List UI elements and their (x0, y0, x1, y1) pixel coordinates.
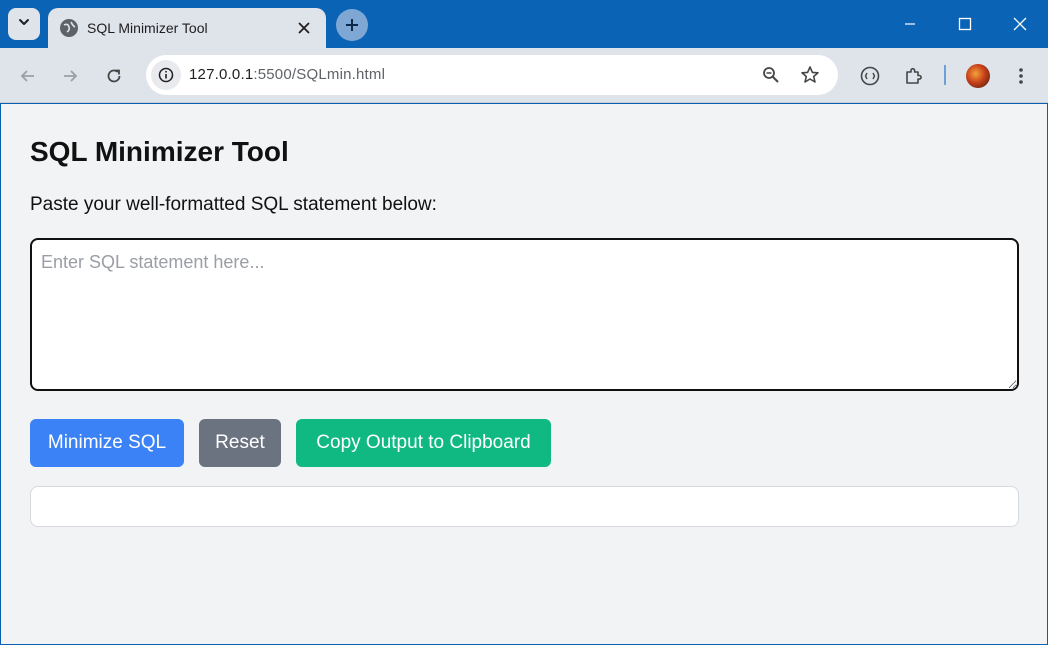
tab-title: SQL Minimizer Tool (87, 20, 208, 36)
browser-tab[interactable]: SQL Minimizer Tool (48, 8, 326, 48)
url-host: 127.0.0.1 (189, 66, 254, 83)
plus-icon (346, 19, 358, 31)
maximize-window-button[interactable] (939, 0, 991, 48)
globe-icon (60, 19, 78, 37)
url-text: 127.0.0.1:5500/SQLmin.html (189, 66, 385, 83)
more-vert-icon (1019, 68, 1023, 84)
input-instructions: Paste your well-formatted SQL statement … (30, 194, 437, 215)
close-icon (298, 22, 310, 34)
reload-button[interactable] (98, 60, 130, 92)
arrow-left-icon (20, 70, 34, 82)
maximize-icon (958, 17, 972, 31)
page-content: SQL Minimizer Tool Paste your well-forma… (1, 104, 1047, 644)
tab-close-button[interactable] (294, 18, 314, 38)
new-tab-button[interactable] (336, 9, 368, 41)
close-window-button[interactable] (994, 0, 1046, 48)
copy-output-button[interactable]: Copy Output to Clipboard (296, 419, 551, 467)
arrow-right-icon (64, 70, 78, 82)
forward-button[interactable] (54, 60, 86, 92)
zoom-icon (763, 67, 779, 83)
profile-avatar[interactable] (966, 64, 990, 88)
browser-menu-button[interactable] (1006, 61, 1036, 91)
puzzle-icon (906, 67, 922, 84)
star-icon (801, 66, 819, 83)
address-bar[interactable]: 127.0.0.1:5500/SQLmin.html (146, 55, 838, 95)
tab-search-button[interactable] (8, 8, 40, 40)
chevron-down-icon (17, 15, 31, 34)
media-control-button[interactable] (855, 61, 885, 91)
browser-toolbar: 127.0.0.1:5500/SQLmin.html (0, 48, 1048, 103)
zoom-button[interactable] (759, 63, 783, 87)
minimize-sql-button[interactable]: Minimize SQL (30, 419, 184, 467)
site-info-button[interactable] (151, 60, 181, 90)
url-path: :5500/SQLmin.html (253, 66, 386, 83)
sql-output (30, 486, 1019, 527)
back-button[interactable] (12, 60, 44, 92)
toolbar-divider (944, 65, 946, 85)
minimize-icon (905, 23, 915, 25)
minimize-window-button[interactable] (884, 0, 936, 48)
reset-button[interactable]: Reset (199, 419, 281, 467)
extensions-button[interactable] (898, 61, 928, 91)
reload-icon (107, 69, 121, 83)
page-title: SQL Minimizer Tool (30, 136, 289, 167)
media-icon (860, 66, 880, 86)
bookmark-button[interactable] (798, 63, 822, 87)
browser-titlebar: SQL Minimizer Tool (0, 0, 1048, 48)
close-icon (1013, 17, 1027, 31)
info-icon (158, 67, 174, 83)
sql-input[interactable] (30, 238, 1019, 391)
